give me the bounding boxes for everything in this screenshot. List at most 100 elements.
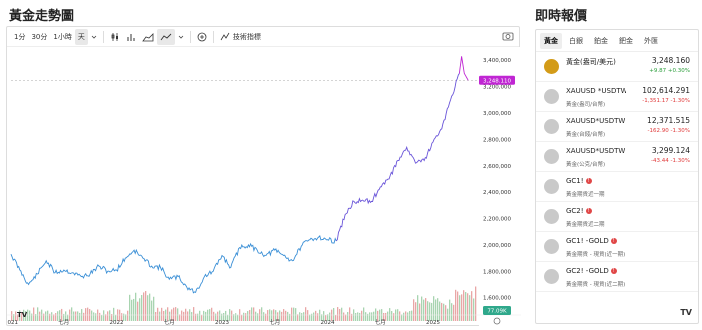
volume-bar <box>39 311 41 321</box>
bar-chart-icon[interactable] <box>123 29 139 45</box>
quote-name: XAUUSD*USDTWD <box>566 117 626 125</box>
volume-bar <box>161 307 163 321</box>
volume-bar <box>455 289 457 321</box>
quote-row[interactable]: 黃金(盎司/美元) 3,248.160 +9.87 +0.30% <box>536 52 698 82</box>
chevron-down-icon[interactable] <box>88 29 100 45</box>
quotes-title: 即時報價 <box>535 9 588 24</box>
indicators-button[interactable]: 技術指標 <box>217 29 264 45</box>
interval-30m-button[interactable]: 30分 <box>28 29 50 45</box>
price-chart[interactable]: 3,400,000 3,200,000 3,000,000 2,800,000 2,60… <box>7 47 521 327</box>
x-tick-label: 2025 <box>426 320 440 326</box>
x-tick-label: 七月 <box>58 318 69 326</box>
tab-gold[interactable]: 黃金 <box>540 32 562 49</box>
chart-svg: 3,400,000 3,200,000 3,000,000 2,800,000 2,60… <box>7 47 521 327</box>
quote-change-pct: -1.30% <box>670 98 690 104</box>
add-compare-icon[interactable] <box>194 29 210 45</box>
y-tick-label: 1,600,000 <box>483 296 511 302</box>
quote-price: 3,248.160 <box>651 56 690 65</box>
volume-bar <box>401 314 403 321</box>
quote-row[interactable]: GC1! -GOLD! 黃金期貨 - 現貨(近一期) <box>536 232 698 262</box>
volume-bar <box>411 310 413 321</box>
quote-row[interactable]: XAUUSD*USDTWD/黃金(公克/台幣) 3,299.124 -43.44 -… <box>536 142 698 172</box>
volume-bar <box>435 299 437 321</box>
volume-bar <box>175 307 177 321</box>
volume-bar <box>285 310 287 321</box>
quote-name: 黃金(盎司/美元) <box>566 57 616 67</box>
tab-silver[interactable]: 白銀 <box>565 33 587 49</box>
quote-row[interactable]: GC1!! 黃金期貨近一期 <box>536 172 698 202</box>
chart-title: 黃金走勢圖 <box>9 9 75 24</box>
quote-subtitle: 黃金(台錢/台幣) <box>566 132 606 138</box>
volume-bar <box>457 291 459 321</box>
volume-bar <box>51 312 53 321</box>
volume-bar <box>425 298 427 321</box>
volume-bar <box>413 299 415 321</box>
tab-forex[interactable]: 外匯 <box>640 33 662 49</box>
quote-row[interactable]: XAUUSD *USDTW 黃金(盎司/台幣) 102,614.291 -1,351.… <box>536 82 698 112</box>
volume-bar <box>355 313 357 321</box>
quote-list: 黃金(盎司/美元) 3,248.160 +9.87 +0.30% XAUUSD *US… <box>536 52 698 292</box>
tradingview-logo[interactable]: TV <box>680 308 692 317</box>
volume-bar <box>187 311 189 321</box>
quote-subtitle: 黃金期貨近一期 <box>566 192 605 198</box>
quote-name-text: XAUUSD*USDTWD <box>566 117 626 125</box>
quote-change: +9.87 +0.30% <box>649 68 690 74</box>
quote-subtitle: 黃金期貨近二期 <box>566 222 605 228</box>
tab-platinum[interactable]: 鉑金 <box>590 33 612 49</box>
volume-bar <box>207 309 209 321</box>
volume-bar <box>149 293 151 321</box>
volume-bar <box>133 298 135 321</box>
quote-change: -43.44 -1.30% <box>651 158 690 164</box>
quote-row[interactable]: GC2! -GOLD! 黃金期貨 - 現貨(近二期) <box>536 262 698 292</box>
volume-bar <box>249 309 251 321</box>
volume-bar <box>361 310 363 321</box>
volume-bar <box>173 307 175 321</box>
volume-bar <box>77 311 79 321</box>
volume-bar <box>181 310 183 321</box>
tradingview-logo: TV <box>17 311 28 319</box>
volume-bar <box>247 311 249 321</box>
y-tick-label: 3,400,000 <box>483 58 511 64</box>
volume-bar <box>469 295 471 321</box>
quote-row[interactable]: XAUUSD*USDTWD 黃金(台錢/台幣) 12,371.515 -162.90 … <box>536 112 698 142</box>
price-series-line <box>335 73 460 242</box>
camera-icon[interactable] <box>502 30 514 42</box>
quote-name-text: GC1! -GOLD <box>566 237 609 245</box>
volume-bar <box>363 307 365 321</box>
chart-container: 1分 30分 1小時 天 技術指標 3,400,000 3,200,000 3,… <box>6 26 521 327</box>
volume-bar <box>439 301 441 321</box>
volume-bar <box>305 307 307 321</box>
volume-bar <box>159 311 161 321</box>
volume-bar <box>41 309 43 321</box>
volume-bar <box>461 294 463 321</box>
candlestick-icon[interactable] <box>107 29 123 45</box>
y-tick-label: 2,400,000 <box>483 190 511 196</box>
interval-day-button[interactable]: 天 <box>74 28 88 45</box>
volume-bar <box>359 312 361 321</box>
volume-bar <box>93 312 95 321</box>
y-tick-label: 2,200,000 <box>483 217 511 223</box>
interval-1m-button[interactable]: 1分 <box>11 29 28 45</box>
volume-bar <box>433 296 435 321</box>
volume-bar <box>157 307 159 321</box>
alert-icon: ! <box>585 178 592 184</box>
volume-bar <box>231 310 233 321</box>
x-tick-label: 2021 <box>7 320 18 326</box>
volume-bar <box>129 294 131 321</box>
volume-bar <box>107 311 109 321</box>
volume-bar <box>419 303 421 321</box>
volume-bar <box>85 308 87 321</box>
quote-row[interactable]: GC2!! 黃金期貨近二期 <box>536 202 698 232</box>
quote-subtitle: 黃金期貨 - 現貨(近一期) <box>566 252 626 258</box>
area-chart-icon[interactable] <box>139 29 157 45</box>
volume-bar <box>203 310 205 321</box>
line-chart-icon[interactable] <box>156 28 175 45</box>
volume-bar <box>445 305 447 321</box>
volume-bar <box>147 295 149 321</box>
interval-1h-button[interactable]: 1小時 <box>50 29 74 45</box>
volume-bar <box>251 307 253 321</box>
tab-palladium[interactable]: 鈀金 <box>615 33 637 49</box>
indicators-label: 技術指標 <box>232 32 261 41</box>
volume-bar <box>341 307 343 321</box>
chevron-down-icon[interactable] <box>175 29 187 45</box>
